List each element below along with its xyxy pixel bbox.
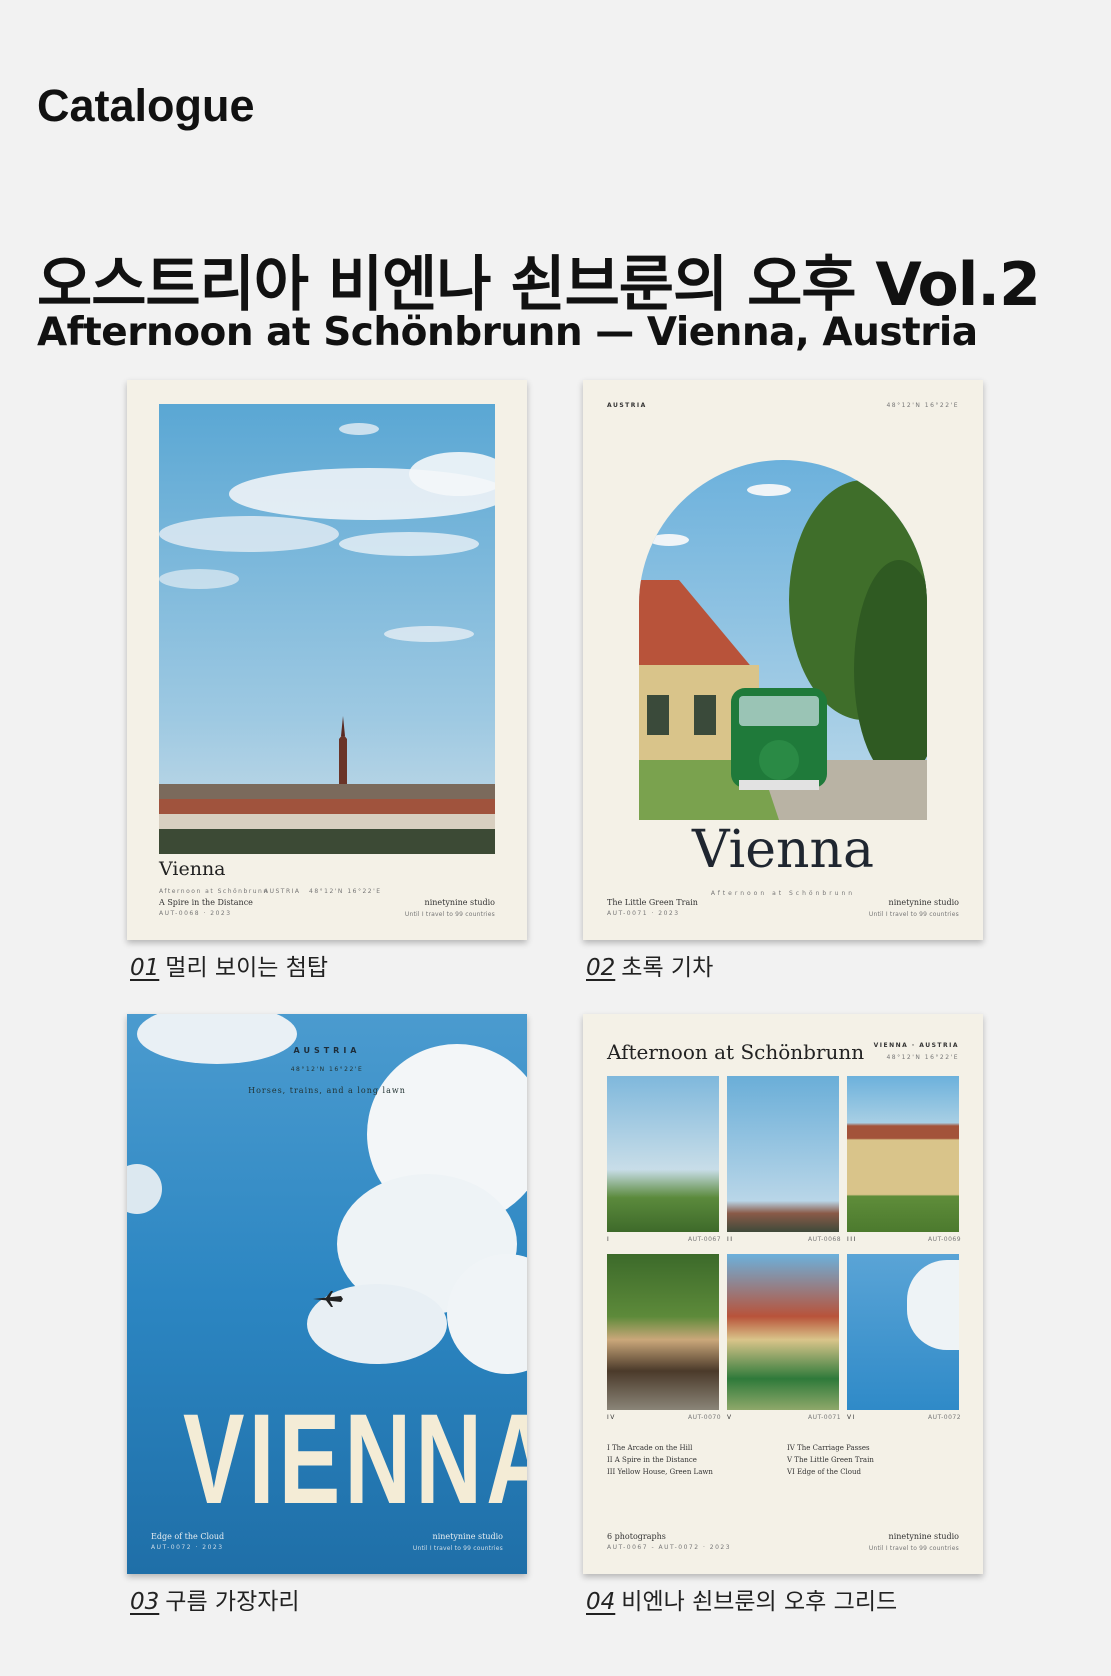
tile-4 xyxy=(607,1254,719,1410)
tile-6 xyxy=(847,1254,959,1410)
caption-number: 01 xyxy=(130,955,160,981)
poster-code: AUT-0071 · 2023 xyxy=(607,910,680,917)
poster-caption-04: 04 비엔나 쇤브룬의 오후 그리드 xyxy=(586,1582,897,1616)
poster-coords: 48°12'N 16°22'E xyxy=(886,402,959,409)
tile-5 xyxy=(727,1254,839,1410)
poster-title: Vienna xyxy=(159,858,226,880)
tile-1 xyxy=(607,1076,719,1232)
caption-text: 비엔나 쇤브룬의 오후 그리드 xyxy=(621,1589,898,1615)
poster-studio-tag: Until I travel to 99 countries xyxy=(868,911,959,918)
tile-label-6-roman: VI xyxy=(847,1414,856,1421)
tile-label-4-roman: IV xyxy=(607,1414,616,1421)
poster-subtitle: A Spire in the Distance xyxy=(159,898,253,907)
poster-subtitle: The Little Green Train xyxy=(607,898,698,907)
poster-studio: ninetynine studio xyxy=(888,898,959,907)
tile-label-3-roman: III xyxy=(847,1236,857,1243)
poster-studio: ninetynine studio xyxy=(888,1532,959,1541)
poster-studio: ninetynine studio xyxy=(432,1532,503,1541)
poster-code: AUT-0072 · 2023 xyxy=(151,1544,224,1551)
list-item: V The Little Green Train xyxy=(787,1456,874,1464)
poster-code: AUT-0067 - AUT-0072 · 2023 xyxy=(607,1544,732,1551)
poster-the-little-green-train[interactable]: AUSTRIA 48°12'N 16°22'E Vienna Afternoon… xyxy=(583,380,983,940)
poster-code: AUT-0068 · 2023 xyxy=(159,910,232,917)
tile-label-1-roman: I xyxy=(607,1236,611,1243)
caption-text: 멀리 보이는 첨탑 xyxy=(165,955,329,981)
poster-tagline: Afternoon at Schönbrunn xyxy=(710,890,856,897)
photo-city-skyline xyxy=(159,404,495,854)
poster-subtitle: Edge of the Cloud xyxy=(151,1532,225,1541)
caption-number: 04 xyxy=(586,1589,616,1615)
tile-label-1-code: AUT-0067 xyxy=(688,1236,722,1243)
poster-meta-country: AUSTRIA xyxy=(264,888,301,895)
caption-number: 02 xyxy=(586,955,616,981)
poster-location: VIENNA · AUSTRIA xyxy=(873,1042,959,1049)
poster-count: 6 photographs xyxy=(607,1532,666,1541)
poster-coords: 48°12'N 16°22'E xyxy=(290,1066,364,1073)
tile-label-5-code: AUT-0071 xyxy=(808,1414,842,1421)
tile-label-6-code: AUT-0072 xyxy=(928,1414,962,1421)
poster-grid[interactable]: Afternoon at Schönbrunn VIENNA · AUSTRIA… xyxy=(583,1014,983,1574)
caption-text: 초록 기차 xyxy=(621,955,714,981)
caption-number: 03 xyxy=(130,1589,160,1615)
poster-tagline: Horses, trains, and a long lawn xyxy=(248,1086,406,1095)
tile-2 xyxy=(727,1076,839,1232)
list-item: I The Arcade on the Hill xyxy=(607,1444,693,1452)
list-item: III Yellow House, Green Lawn xyxy=(607,1468,713,1476)
poster-a-spire-in-the-distance[interactable]: Vienna Afternoon at Schönbrunn AUSTRIA 4… xyxy=(127,380,527,940)
list-item: IV The Carriage Passes xyxy=(787,1444,870,1452)
poster-edge-of-the-cloud[interactable]: AUSTRIA 48°12'N 16°22'E Horses, trains, … xyxy=(127,1014,527,1574)
tile-label-4-code: AUT-0070 xyxy=(688,1414,722,1421)
poster-country: AUSTRIA xyxy=(293,1046,361,1055)
poster-title: Vienna xyxy=(691,820,875,880)
poster-title: Afternoon at Schönbrunn xyxy=(607,1040,865,1064)
tile-label-2-roman: II xyxy=(727,1236,734,1243)
poster-studio-tag: Until I travel to 99 countries xyxy=(412,1545,503,1552)
poster-meta-series: Afternoon at Schönbrunn xyxy=(159,888,269,895)
poster-country: AUSTRIA xyxy=(607,402,647,409)
poster-caption-01: 01 멀리 보이는 첨탑 xyxy=(130,948,328,982)
poster-caption-02: 02 초록 기차 xyxy=(586,948,713,982)
tile-label-3-code: AUT-0069 xyxy=(928,1236,962,1243)
tile-label-5-roman: V xyxy=(727,1414,733,1421)
poster-caption-03: 03 구름 가장자리 xyxy=(130,1582,300,1616)
poster-studio-tag: Until I travel to 99 countries xyxy=(404,911,495,918)
photo-green-train-arch xyxy=(639,460,927,820)
poster-studio: ninetynine studio xyxy=(424,898,495,907)
poster-meta-coords: 48°12'N 16°22'E xyxy=(309,888,382,895)
caption-text: 구름 가장자리 xyxy=(165,1589,300,1615)
catalogue-heading: Catalogue xyxy=(37,80,255,131)
list-item: VI Edge of the Cloud xyxy=(787,1468,862,1476)
list-item: II A Spire in the Distance xyxy=(607,1456,697,1464)
poster-studio-tag: Until I travel to 99 countries xyxy=(868,1545,959,1552)
page-title-english: Afternoon at Schönbrunn — Vienna, Austri… xyxy=(37,310,978,355)
poster-coords: 48°12'N 16°22'E xyxy=(886,1054,959,1061)
poster-title: VIENNA xyxy=(183,1388,527,1531)
tile-3 xyxy=(847,1076,959,1232)
tile-label-2-code: AUT-0068 xyxy=(808,1236,842,1243)
